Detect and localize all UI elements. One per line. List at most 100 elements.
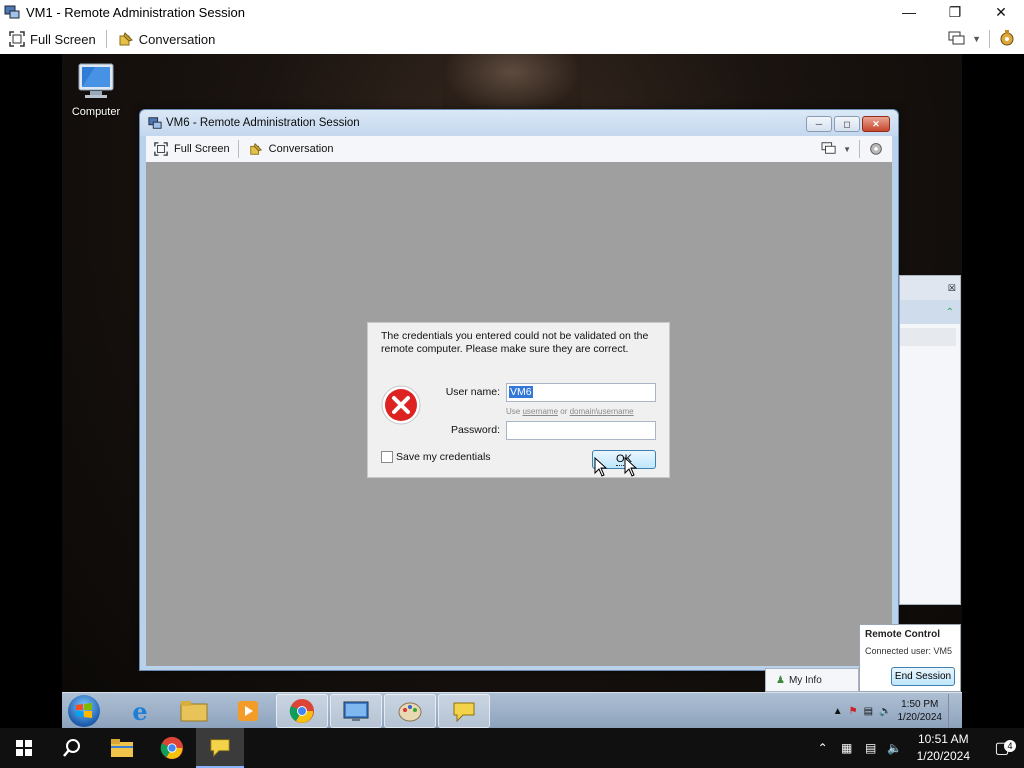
host-taskbar: ⌃ ▦ ▤ 🔈 10:51 AM 1/20/2024 ▢ 4 — [0, 728, 1024, 768]
host-chrome[interactable] — [148, 728, 196, 768]
host-file-explorer[interactable] — [98, 728, 146, 768]
my-info-label: My Info — [788, 674, 822, 686]
password-label: Password: — [450, 424, 500, 436]
checkbox-box[interactable] — [381, 451, 393, 463]
chevron-down-icon[interactable]: ▼ — [972, 34, 981, 44]
end-session-button[interactable]: End Session — [891, 667, 955, 686]
restore-icon: ❐ — [948, 3, 962, 20]
panel-close-icon[interactable]: ☒ — [948, 283, 956, 294]
vm1-time: 1:50 PM — [901, 699, 939, 710]
conversation-button[interactable]: Conversation — [109, 24, 224, 54]
taskbar-chat[interactable] — [438, 694, 490, 728]
hint-mid: or — [558, 407, 570, 416]
full-screen-label: Full Screen — [30, 31, 96, 47]
mouse-cursor-icon — [624, 457, 638, 477]
show-desktop-button[interactable] — [948, 694, 956, 728]
action-center-icon[interactable]: ⚑ — [849, 706, 858, 717]
chrome-icon — [160, 736, 184, 760]
connected-user-text: Connected user: VM5 — [865, 646, 953, 656]
vm6-title-bar[interactable]: VM6 - Remote Administration Session — [140, 110, 898, 136]
taskbar-internet-explorer[interactable]: e — [114, 694, 166, 728]
toolbar-divider-right — [989, 30, 990, 48]
chevron-up-icon[interactable]: ⌃ — [946, 307, 954, 318]
mouse-cursor-icon — [594, 457, 608, 477]
hint-domain-link[interactable]: domain\username — [570, 407, 634, 416]
vm1-clock[interactable]: 1:50 PM 1/20/2024 — [898, 698, 943, 724]
taskbar-chrome[interactable] — [276, 694, 328, 728]
save-credentials-checkbox[interactable]: Save my credentials — [381, 451, 491, 463]
network-icon[interactable]: ▤ — [864, 706, 873, 717]
minimize-icon: ─ — [815, 119, 823, 129]
taskbar-paint[interactable] — [384, 694, 436, 728]
vm1-taskbar: e ▲ ⚑ ▤ 🔈 1:50 PM 1/20/2024 — [62, 692, 962, 728]
internet-explorer-icon: e — [132, 696, 148, 726]
settings-gear-icon[interactable] — [998, 29, 1016, 50]
outer-title-bar: VM1 - Remote Administration Session — ❐ … — [0, 0, 1024, 24]
username-hint: Use username or domain\username — [506, 407, 634, 416]
security-icon[interactable]: ▦ — [835, 741, 859, 755]
host-chat-app[interactable] — [196, 728, 244, 768]
username-value: VM6 — [509, 386, 533, 398]
my-info-button[interactable]: ♟ My Info — [765, 668, 859, 692]
vm6-full-screen-label: Full Screen — [174, 143, 230, 155]
full-screen-icon — [8, 30, 26, 48]
settings-gear-icon[interactable] — [868, 140, 884, 159]
start-button[interactable] — [68, 695, 100, 727]
notifications-button[interactable]: ▢ 4 — [980, 738, 1024, 758]
close-icon: ✕ — [995, 3, 1007, 20]
remote-desktop-vm1[interactable]: Computer VM6 - Remote Administration Ses… — [62, 54, 962, 728]
maximize-icon: ◻ — [843, 118, 851, 129]
toolbar-divider — [105, 30, 107, 48]
volume-muted-icon[interactable]: 🔈 — [883, 741, 907, 755]
taskbar-remote-desktop[interactable] — [330, 694, 382, 728]
tray-expand-icon[interactable]: ⌃ — [811, 741, 835, 755]
host-start-button[interactable] — [0, 728, 48, 768]
vm6-toolbar: Full Screen Conversation ▼ — [146, 136, 892, 162]
vm6-full-screen-button[interactable]: Full Screen — [146, 136, 236, 162]
vm6-maximize-button[interactable]: ◻ — [834, 116, 860, 132]
taskbar-media-player[interactable] — [222, 694, 274, 728]
vm6-window-title: VM6 - Remote Administration Session — [166, 117, 360, 129]
vm6-conversation-button[interactable]: Conversation — [241, 136, 340, 162]
minimize-icon: — — [902, 4, 916, 20]
outer-window-title: VM1 - Remote Administration Session — [26, 4, 245, 20]
display-select-icon[interactable] — [821, 141, 837, 158]
display-select-icon[interactable] — [948, 30, 966, 49]
vm6-close-button[interactable]: ✕ — [862, 116, 890, 132]
network-icon[interactable]: ▤ — [859, 741, 883, 755]
chat-bubble-icon — [453, 702, 475, 723]
conversation-label: Conversation — [138, 31, 216, 47]
hint-username-link[interactable]: username — [522, 407, 558, 416]
toolbar-divider-right — [859, 140, 860, 158]
conversation-icon — [117, 30, 135, 48]
restore-button[interactable]: ❐ — [932, 0, 978, 24]
desktop-computer-icon[interactable]: Computer — [70, 62, 122, 118]
media-player-icon — [238, 701, 258, 721]
host-clock[interactable]: 10:51 AM 1/20/2024 — [907, 731, 980, 765]
conversation-icon — [247, 140, 265, 158]
username-field[interactable]: VM6 — [506, 383, 656, 402]
tray-expand-icon[interactable]: ▲ — [833, 706, 843, 717]
vm6-remote-session-window: VM6 - Remote Administration Session ─ ◻ … — [139, 109, 899, 671]
chevron-down-icon[interactable]: ▼ — [843, 145, 851, 154]
background-window-panel: ☒ ⌃ — [899, 275, 961, 605]
minimize-button[interactable]: — — [886, 0, 932, 24]
taskbar-file-explorer[interactable] — [168, 694, 220, 728]
remote-control-popup: Remote Control Connected user: VM5 End S… — [859, 624, 961, 692]
save-credentials-label: Save my credentials — [396, 451, 491, 463]
folder-icon — [111, 739, 133, 757]
full-screen-button[interactable]: Full Screen — [0, 24, 104, 54]
vm1-date: 1/20/2024 — [897, 712, 943, 723]
host-search-button[interactable] — [48, 728, 96, 768]
search-icon — [63, 739, 80, 757]
vm6-session-area[interactable]: The credentials you entered could not be… — [146, 162, 892, 666]
dialog-message: The credentials you entered could not be… — [381, 330, 649, 355]
close-button[interactable]: ✕ — [978, 0, 1024, 24]
host-time: 10:51 AM — [917, 732, 969, 746]
vm6-minimize-button[interactable]: ─ — [806, 116, 832, 132]
password-field[interactable] — [506, 421, 656, 440]
volume-muted-icon[interactable]: 🔈 — [879, 706, 891, 717]
remote-desktop-icon — [343, 701, 369, 721]
user-icon: ♟ — [776, 674, 785, 686]
panel-row — [900, 328, 956, 346]
